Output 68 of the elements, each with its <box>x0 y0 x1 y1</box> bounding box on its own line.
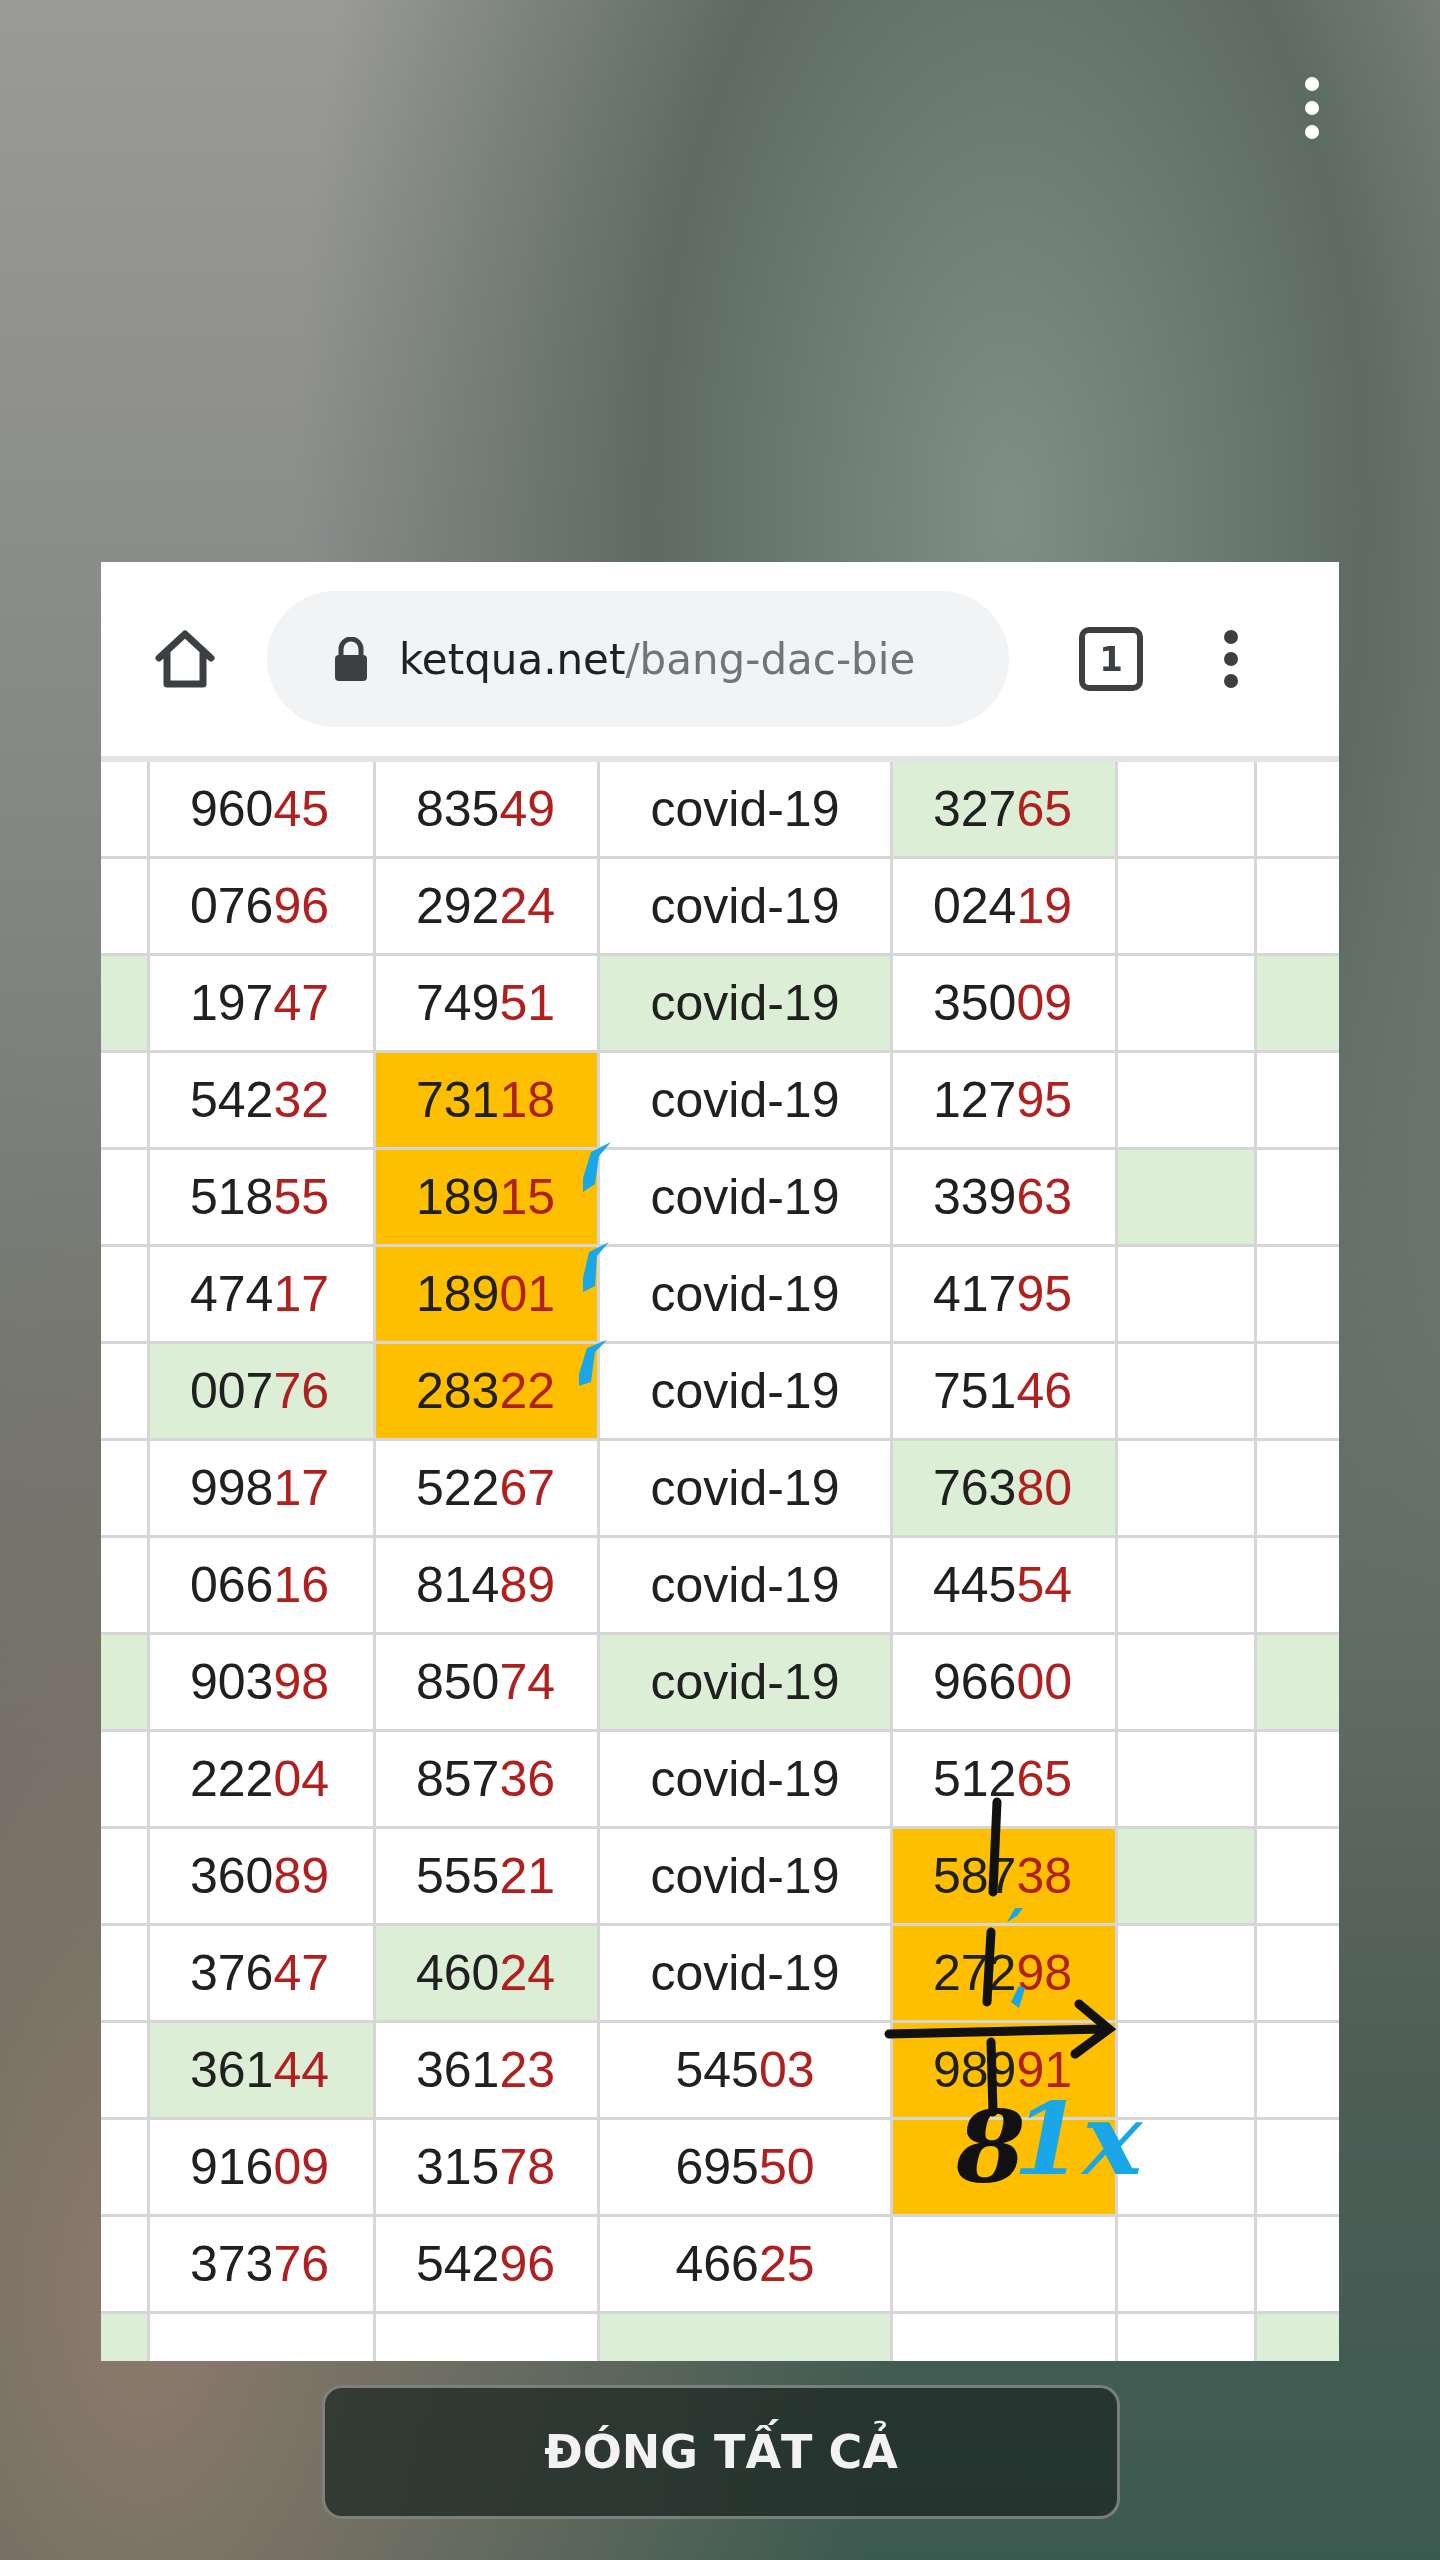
table-cell: 99817 <box>150 1441 373 1535</box>
table-cell: 69550 <box>600 2120 890 2214</box>
table-cell: 06616 <box>150 1538 373 1632</box>
table-cell: 47417 <box>150 1247 373 1341</box>
table-cell: 76380 <box>893 1441 1115 1535</box>
table-cell: 41795 <box>893 1247 1115 1341</box>
table-cell: 44554 <box>893 1538 1115 1632</box>
table-cell: 36089 <box>150 1829 373 1923</box>
table-cell: 12795 <box>893 1053 1115 1147</box>
table-cell: 51265 <box>893 1732 1115 1826</box>
table-cell: 54232 <box>150 1053 373 1147</box>
url-text: ketqua.net/bang-dac-bie <box>399 634 916 684</box>
table-cell: 52267 <box>376 1441 597 1535</box>
table-cell: 35009 <box>893 956 1115 1050</box>
table-cell: 32765 <box>893 762 1115 856</box>
table-cell: 96600 <box>893 1635 1115 1729</box>
browser-tab-card[interactable] <box>101 562 1339 2361</box>
table-cell: 96045 <box>150 762 373 856</box>
table-cell: 73118 <box>376 1053 597 1147</box>
table-cell: 18915 <box>376 1150 597 1244</box>
table-cell: 37376 <box>150 2217 373 2311</box>
table-cell: 07696 <box>150 859 373 953</box>
table-cell: 33963 <box>893 1150 1115 1244</box>
table-cell: covid-19 <box>600 1829 890 1923</box>
menu-icon[interactable] <box>1223 629 1239 689</box>
table-cell: 31578 <box>376 2120 597 2214</box>
close-all-button[interactable]: ĐÓNG TẤT CẢ <box>322 2385 1120 2519</box>
table-cell: covid-19 <box>600 1538 890 1632</box>
table-cell: covid-19 <box>600 1053 890 1147</box>
table-cell: 54503 <box>600 2023 890 2117</box>
table-cell: 36144 <box>150 2023 373 2117</box>
table-cell: covid-19 <box>600 762 890 856</box>
table-cell: 81489 <box>376 1538 597 1632</box>
table-cell: 18901 <box>376 1247 597 1341</box>
table-cell: 51855 <box>150 1150 373 1244</box>
address-bar[interactable]: ketqua.net/bang-dac-bie <box>267 591 1009 727</box>
table-cell: covid-19 <box>600 956 890 1050</box>
table-cell: 37647 <box>150 1926 373 2020</box>
table-cell: 91609 <box>150 2120 373 2214</box>
tab-count-button[interactable]: 1 <box>1079 627 1143 691</box>
table-cell: 83549 <box>376 762 597 856</box>
table-cell: 85736 <box>376 1732 597 1826</box>
table-cell: 29224 <box>376 859 597 953</box>
table-cell: 85074 <box>376 1635 597 1729</box>
table-cell: 02419 <box>893 859 1115 953</box>
table-cell: 75146 <box>893 1344 1115 1438</box>
table-cell: 00776 <box>150 1344 373 1438</box>
table-cell: covid-19 <box>600 1635 890 1729</box>
table-cell: covid-19 <box>600 1150 890 1244</box>
table-cell: covid-19 <box>600 1441 890 1535</box>
table-cell: 54296 <box>376 2217 597 2311</box>
table-cell: 28322 <box>376 1344 597 1438</box>
table-cell: covid-19 <box>600 1926 890 2020</box>
table-cell: covid-19 <box>600 859 890 953</box>
home-icon[interactable] <box>153 628 217 690</box>
table-cell: 19747 <box>150 956 373 1050</box>
table-cell: 36123 <box>376 2023 597 2117</box>
table-cell: 55521 <box>376 1829 597 1923</box>
table-cell: 46625 <box>600 2217 890 2311</box>
more-options-icon[interactable] <box>1304 76 1320 140</box>
table-cell: covid-19 <box>600 1732 890 1826</box>
lock-icon <box>333 637 369 681</box>
table-cell: covid-19 <box>600 1247 890 1341</box>
table-cell: 90398 <box>150 1635 373 1729</box>
table-cell: 22204 <box>150 1732 373 1826</box>
table-cell: 46024 <box>376 1926 597 2020</box>
table-cell: covid-19 <box>600 1344 890 1438</box>
table-cell: 74951 <box>376 956 597 1050</box>
